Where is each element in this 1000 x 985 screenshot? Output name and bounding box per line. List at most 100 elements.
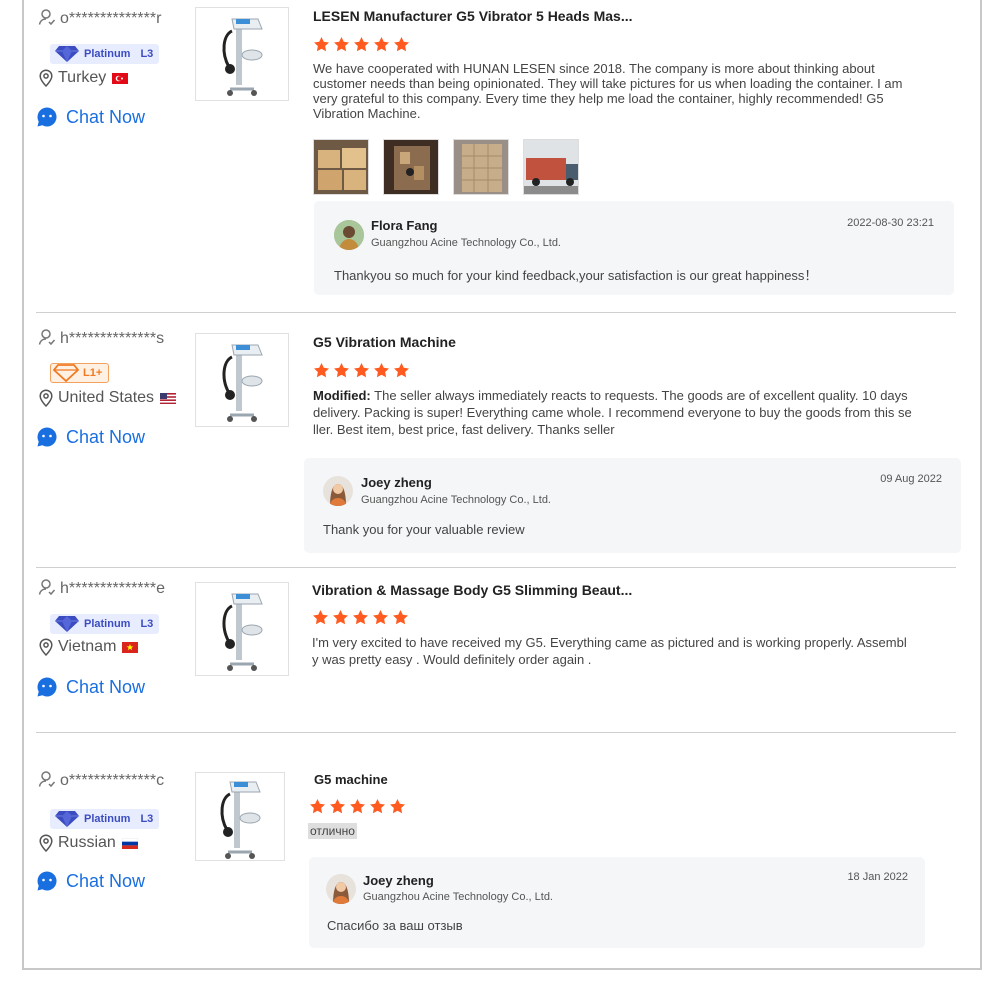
location-pin-icon — [38, 638, 54, 656]
diamond-icon — [54, 615, 80, 633]
container-photo[interactable] — [453, 139, 509, 195]
vietnam-flag-icon — [122, 641, 139, 653]
chat-now-button[interactable]: Chat Now — [36, 676, 145, 698]
chat-icon — [36, 106, 58, 128]
star-icon — [372, 609, 389, 626]
rating-stars — [313, 362, 953, 379]
review-divider — [36, 567, 956, 568]
seller-avatar — [334, 220, 364, 250]
product-thumbnail[interactable] — [195, 772, 285, 861]
boxes-photo[interactable] — [313, 139, 369, 195]
reply-message: Thank you for your valuable review — [323, 522, 525, 537]
truck-photo[interactable] — [523, 139, 579, 195]
review-content: Vibration & Massage Body G5 Slimming Bea… — [312, 582, 952, 668]
usa-flag-icon — [160, 392, 177, 404]
buyer-location: Russian — [38, 834, 138, 852]
product-image — [210, 772, 270, 861]
product-title[interactable]: LESEN Manufacturer G5 Vibrator 5 Heads M… — [313, 8, 953, 24]
star-icon — [333, 36, 350, 53]
product-image — [212, 9, 272, 99]
review-divider — [36, 732, 956, 733]
star-icon — [393, 36, 410, 53]
product-title[interactable]: G5 Vibration Machine — [313, 334, 953, 350]
diamond-icon — [54, 810, 80, 828]
user-icon — [38, 328, 56, 346]
product-image — [212, 584, 272, 674]
platinum-badge: Platinum L3 — [50, 44, 160, 64]
star-icon — [312, 609, 329, 626]
chat-now-button[interactable]: Chat Now — [36, 426, 145, 448]
star-icon — [352, 609, 369, 626]
replier-name: Joey zheng — [361, 475, 432, 490]
l1-plus-badge: L1+ — [50, 363, 110, 383]
star-icon — [353, 362, 370, 379]
chat-icon — [36, 870, 58, 892]
review-content: LESEN Manufacturer G5 Vibrator 5 Heads M… — [313, 8, 953, 195]
star-icon — [313, 362, 330, 379]
buyer-location: Vietnam — [38, 638, 139, 656]
star-icon — [309, 798, 326, 815]
replier-name: Flora Fang — [371, 218, 438, 233]
seller-reply: Joey zheng Guangzhou Acine Technology Co… — [309, 857, 925, 948]
rating-stars — [313, 36, 953, 53]
review-content: G5 Vibration Machine Modified: The selle… — [313, 334, 953, 438]
platinum-badge: Platinum L3 — [50, 614, 160, 634]
buyer-name: o**************c — [38, 770, 164, 790]
product-thumbnail[interactable] — [195, 333, 289, 427]
star-icon — [393, 362, 410, 379]
location-pin-icon — [38, 834, 54, 852]
replier-company: Guangzhou Acine Technology Co., Ltd. — [371, 237, 561, 249]
chat-now-button[interactable]: Chat Now — [36, 106, 145, 128]
seller-avatar — [326, 874, 356, 904]
review-text: Modified: The seller always immediately … — [313, 388, 912, 437]
chat-icon — [36, 426, 58, 448]
buyer-name: o**************r — [38, 8, 161, 28]
review-content: G5 machine отлично — [308, 772, 954, 839]
chat-now-button[interactable]: Chat Now — [36, 870, 145, 892]
star-icon — [353, 36, 370, 53]
chat-icon — [36, 676, 58, 698]
review-divider — [36, 312, 956, 313]
buyer-name: h**************s — [38, 328, 164, 348]
diamond-icon — [53, 364, 79, 382]
seller-reply: Flora Fang Guangzhou Acine Technology Co… — [314, 201, 954, 295]
loading-photo[interactable] — [383, 139, 439, 195]
product-thumbnail[interactable] — [195, 582, 289, 676]
review-text: I'm very excited to have received my G5.… — [312, 635, 907, 667]
reply-date: 18 Jan 2022 — [847, 871, 908, 883]
turkey-flag-icon — [112, 72, 129, 84]
location-pin-icon — [38, 69, 54, 87]
review-text: We have cooperated with HUNAN LESEN sinc… — [313, 61, 903, 121]
star-icon — [373, 362, 390, 379]
reply-date: 2022-08-30 23:21 — [847, 217, 934, 229]
product-title[interactable]: Vibration & Massage Body G5 Slimming Bea… — [312, 582, 952, 598]
star-icon — [333, 362, 350, 379]
star-icon — [332, 609, 349, 626]
star-icon — [392, 609, 409, 626]
rating-stars — [309, 798, 954, 815]
reply-message: Thankyou so much for your kind feedback,… — [334, 268, 818, 283]
review-text: отлично — [308, 823, 357, 839]
buyer-name: h**************e — [38, 578, 165, 598]
star-icon — [369, 798, 386, 815]
location-pin-icon — [38, 389, 54, 407]
russia-flag-icon — [121, 837, 138, 849]
user-icon — [38, 8, 56, 26]
replier-name: Joey zheng — [363, 873, 434, 888]
product-title[interactable]: G5 machine — [314, 772, 954, 787]
seller-avatar — [323, 476, 353, 506]
star-icon — [313, 36, 330, 53]
reply-date: 09 Aug 2022 — [880, 473, 942, 485]
diamond-icon — [54, 45, 80, 63]
review-photos — [313, 139, 953, 195]
replier-company: Guangzhou Acine Technology Co., Ltd. — [363, 891, 553, 903]
seller-reply: Joey zheng Guangzhou Acine Technology Co… — [304, 458, 961, 553]
platinum-badge: Platinum L3 — [50, 809, 160, 829]
product-thumbnail[interactable] — [195, 7, 289, 101]
modified-label: Modified: — [313, 388, 371, 403]
star-icon — [329, 798, 346, 815]
user-icon — [38, 770, 56, 788]
reply-message: Спасибо за ваш отзыв — [327, 918, 463, 933]
user-icon — [38, 578, 56, 596]
product-image — [212, 335, 272, 425]
